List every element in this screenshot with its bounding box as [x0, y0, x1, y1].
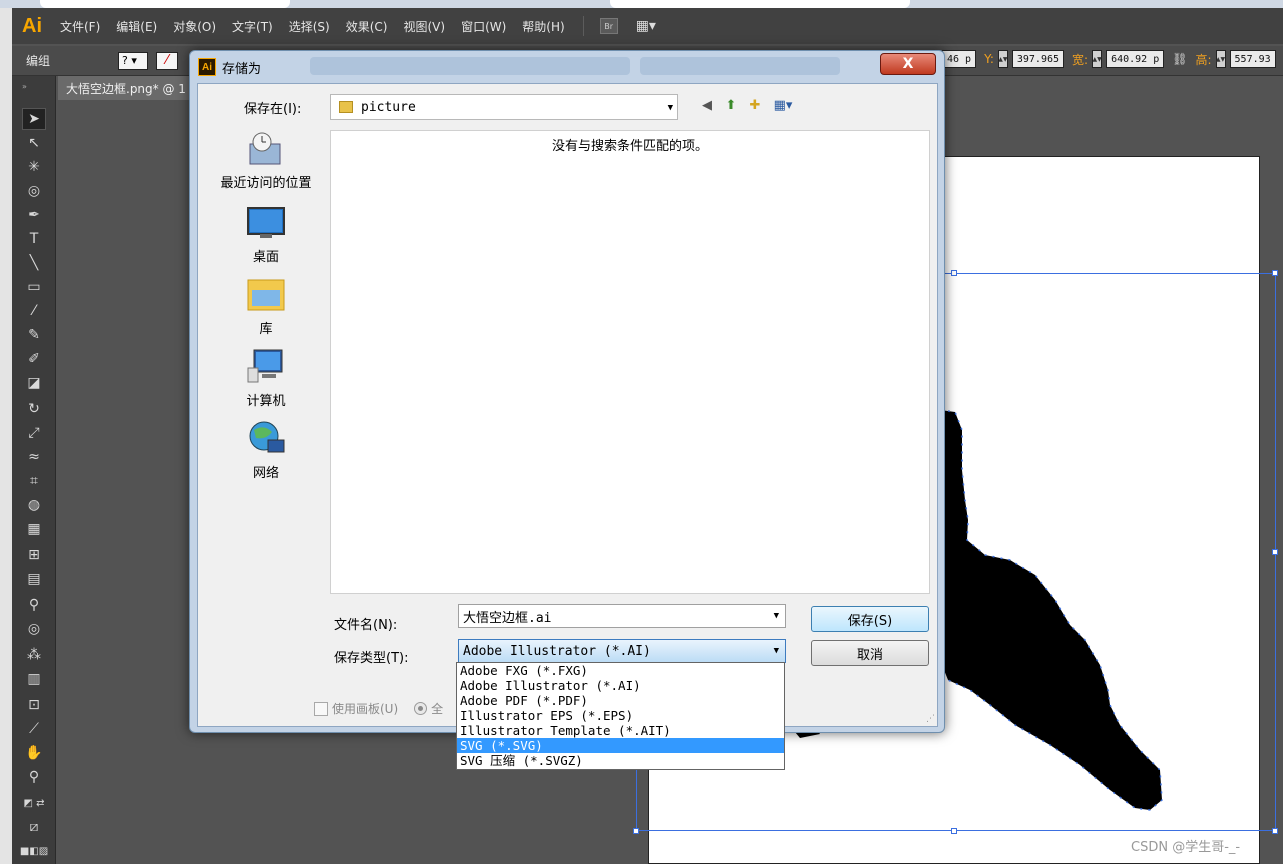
bbox-handle[interactable]: [1272, 270, 1278, 276]
filetype-option[interactable]: SVG 压缩 (*.SVGZ): [457, 753, 784, 768]
recent-places-icon: [246, 130, 286, 168]
ai-app-icon: Ai: [198, 58, 216, 76]
blurred-title-area: [310, 57, 630, 75]
save-in-combo[interactable]: picture ▼: [330, 94, 678, 120]
place-libraries[interactable]: 库: [202, 276, 330, 337]
resize-grip-icon[interactable]: ⋰: [926, 714, 935, 724]
filename-input[interactable]: 大悟空边框.ai ▼: [458, 604, 786, 628]
bbox-handle[interactable]: [1272, 549, 1278, 555]
bbox-handle[interactable]: [951, 828, 957, 834]
dialog-title: 存储为: [222, 61, 262, 77]
cancel-button[interactable]: 取消: [811, 640, 929, 666]
use-artboards-checkbox[interactable]: [314, 701, 328, 716]
options-row: 使用画板(U) 全: [314, 700, 443, 717]
filetype-option[interactable]: Adobe FXG (*.FXG): [457, 663, 784, 678]
file-list[interactable]: 没有与搜索条件匹配的项。: [330, 130, 930, 594]
save-in-label: 保存在(I):: [244, 102, 302, 117]
dialog-title-bar: Ai 存储为: [198, 55, 261, 79]
place-label: 最近访问的位置: [220, 176, 312, 191]
folder-icon: [339, 101, 353, 113]
place-label: 桌面: [252, 250, 279, 265]
filetype-option[interactable]: Illustrator Template (*.AIT): [457, 723, 784, 738]
desktop-icon: [246, 204, 286, 242]
back-icon[interactable]: ◀: [698, 96, 716, 114]
chevron-down-icon[interactable]: ▼: [668, 103, 673, 113]
chevron-down-icon[interactable]: ▼: [774, 611, 779, 621]
view-menu-icon[interactable]: ▦▾: [770, 96, 796, 114]
bbox-handle[interactable]: [1272, 828, 1278, 834]
all-radio[interactable]: [414, 702, 428, 715]
illustrator-window: Ai 文件(F) 编辑(E) 对象(O) 文字(T) 选择(S) 效果(C) 视…: [0, 0, 1283, 864]
place-label: 计算机: [246, 394, 286, 409]
nav-toolbar: ◀ ⬆ ✚ ▦▾: [698, 96, 796, 114]
filetype-label: 保存类型(T):: [334, 651, 409, 666]
filetype-option[interactable]: Adobe PDF (*.PDF): [457, 693, 784, 708]
place-desktop[interactable]: 桌面: [202, 204, 330, 265]
bbox-handle[interactable]: [951, 270, 957, 276]
filename-value: 大悟空边框.ai: [463, 610, 552, 626]
close-button[interactable]: X: [880, 53, 936, 75]
chevron-down-icon[interactable]: ▼: [774, 646, 779, 656]
save-in-value: picture: [361, 99, 416, 115]
libraries-icon: [246, 276, 286, 314]
save-as-dialog: Ai 存储为 X 保存在(I): picture ▼ ◀ ⬆ ✚ ▦▾ 最近访问…: [189, 50, 945, 733]
filetype-option[interactable]: Adobe Illustrator (*.AI): [457, 678, 784, 693]
places-bar: 最近访问的位置 桌面 库 计算机 网络: [202, 124, 330, 684]
place-label: 网络: [252, 466, 279, 481]
dialog-body: 保存在(I): picture ▼ ◀ ⬆ ✚ ▦▾ 最近访问的位置 桌面 库 …: [197, 83, 938, 727]
computer-icon: [246, 348, 286, 386]
place-label: 库: [259, 322, 273, 337]
place-computer[interactable]: 计算机: [202, 348, 330, 409]
network-icon: [246, 420, 286, 458]
filename-label: 文件名(N):: [334, 618, 398, 633]
use-artboards-label: 使用画板(U): [332, 702, 399, 716]
save-button[interactable]: 保存(S): [811, 606, 929, 632]
filetype-option-selected[interactable]: SVG (*.SVG): [457, 738, 784, 753]
watermark: CSDN @学生哥-_-: [1131, 840, 1241, 855]
filetype-value: Adobe Illustrator (*.AI): [463, 643, 651, 659]
bbox-handle[interactable]: [633, 828, 639, 834]
blurred-title-area: [640, 57, 840, 75]
place-recent[interactable]: 最近访问的位置: [202, 130, 330, 191]
all-radio-label: 全: [431, 702, 444, 716]
filetype-dropdown-list: Adobe FXG (*.FXG) Adobe Illustrator (*.A…: [456, 662, 785, 770]
place-network[interactable]: 网络: [202, 420, 330, 481]
up-folder-icon[interactable]: ⬆: [722, 96, 740, 114]
filetype-option[interactable]: Illustrator EPS (*.EPS): [457, 708, 784, 723]
new-folder-icon[interactable]: ✚: [746, 96, 764, 114]
empty-message: 没有与搜索条件匹配的项。: [551, 139, 708, 154]
filetype-select[interactable]: Adobe Illustrator (*.AI) ▼: [458, 639, 786, 663]
